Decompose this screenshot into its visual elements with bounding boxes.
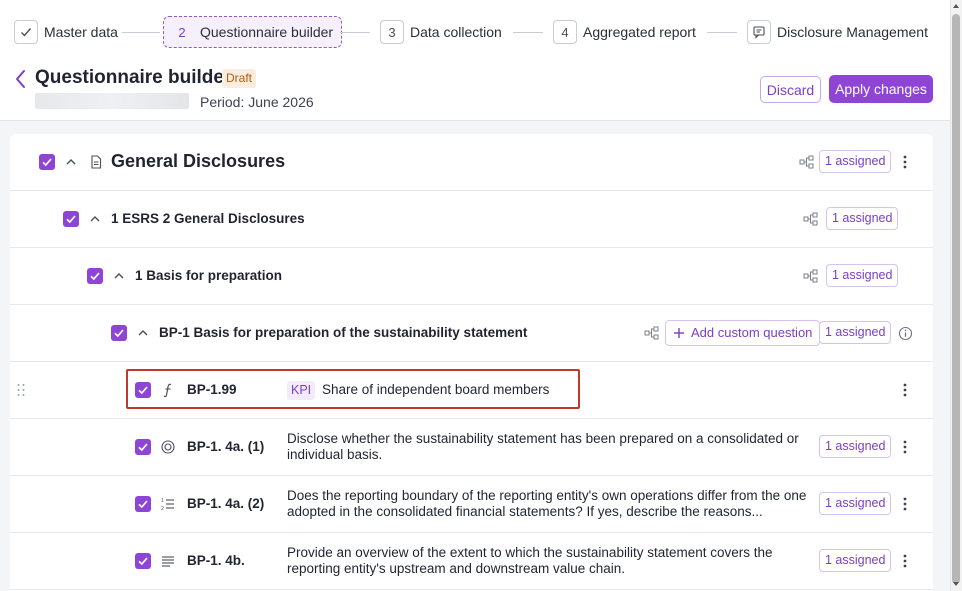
hierarchy-icon[interactable] bbox=[803, 269, 819, 283]
back-arrow-icon[interactable] bbox=[12, 68, 30, 90]
checkbox[interactable] bbox=[135, 439, 151, 455]
step-disclosure-management[interactable]: Disclosure Management bbox=[747, 16, 928, 48]
question-row[interactable]: BP-1. 4b. Provide an overview of the ext… bbox=[10, 533, 933, 590]
assigned-badge[interactable]: 1 assigned bbox=[826, 264, 899, 287]
drag-handle-icon[interactable] bbox=[16, 383, 26, 397]
apply-changes-button[interactable]: Apply changes bbox=[829, 75, 933, 103]
checkbox[interactable] bbox=[135, 496, 151, 512]
document-icon bbox=[91, 155, 102, 169]
chevron-up-icon[interactable] bbox=[112, 269, 126, 283]
step-number: 4 bbox=[553, 20, 577, 44]
add-custom-question-label: Add custom question bbox=[691, 325, 813, 340]
chevron-up-icon[interactable] bbox=[88, 212, 102, 226]
more-options-icon[interactable] bbox=[899, 382, 911, 398]
step-label: Data collection bbox=[410, 24, 502, 40]
question-code: BP-1. 4b. bbox=[187, 553, 245, 568]
step-label: Aggregated report bbox=[583, 24, 696, 40]
step-connector bbox=[122, 32, 160, 33]
assigned-badge[interactable]: 1 assigned bbox=[819, 435, 892, 458]
question-code: BP-1. 4a. (2) bbox=[187, 496, 265, 511]
checkbox[interactable] bbox=[87, 268, 103, 284]
step-number: 2 bbox=[178, 24, 186, 40]
tree-row-subsection: 1 ESRS 2 General Disclosures 1 assigned bbox=[10, 191, 933, 248]
assigned-badge[interactable]: 1 assigned bbox=[819, 321, 892, 344]
step-master-data[interactable]: Master data bbox=[14, 16, 118, 48]
comment-icon bbox=[747, 20, 771, 44]
stepper: Master data 2 Questionnaire builder 3 Da… bbox=[0, 0, 962, 64]
svg-text:1: 1 bbox=[161, 498, 164, 504]
checkbox[interactable] bbox=[63, 211, 79, 227]
step-data-collection[interactable]: 3 Data collection bbox=[380, 16, 502, 48]
more-options-icon[interactable] bbox=[899, 496, 911, 512]
step-number: 3 bbox=[380, 20, 404, 44]
subsection-title: 1 ESRS 2 General Disclosures bbox=[111, 211, 305, 226]
plus-icon bbox=[674, 328, 684, 338]
subsection-title: 1 Basis for preparation bbox=[135, 268, 283, 283]
tree-row-section: General Disclosures 1 assigned bbox=[10, 134, 933, 191]
scroll-up-icon[interactable] bbox=[951, 2, 961, 10]
question-code: BP-1. 4a. (1) bbox=[187, 439, 265, 454]
step-label: Disclosure Management bbox=[777, 24, 928, 40]
step-connector bbox=[513, 32, 543, 33]
hierarchy-icon[interactable] bbox=[803, 212, 819, 226]
scroll-down-icon[interactable] bbox=[951, 580, 961, 588]
status-badge: Draft bbox=[222, 69, 257, 88]
question-text: Disclose whether the sustainability stat… bbox=[287, 431, 799, 462]
info-icon[interactable] bbox=[898, 326, 913, 341]
more-options-icon[interactable] bbox=[899, 154, 911, 170]
question-text: Does the reporting boundary of the repor… bbox=[287, 488, 807, 519]
list-icon: 12 bbox=[161, 498, 174, 512]
check-icon bbox=[14, 20, 38, 44]
tree-row-subsection: 1 Basis for preparation 1 assigned bbox=[10, 248, 933, 305]
assigned-badge[interactable]: 1 assigned bbox=[819, 492, 892, 515]
hierarchy-icon[interactable] bbox=[799, 155, 815, 169]
disclosure-title: BP-1 Basis for preparation of the sustai… bbox=[159, 325, 528, 340]
checkbox[interactable] bbox=[111, 325, 127, 341]
selection-highlight bbox=[126, 369, 580, 409]
radio-icon bbox=[161, 440, 175, 454]
discard-button[interactable]: Discard bbox=[760, 76, 821, 103]
more-options-icon[interactable] bbox=[899, 439, 911, 455]
questionnaire-tree: General Disclosures 1 assigned 1 ESRS 2 … bbox=[10, 134, 933, 591]
hierarchy-icon[interactable] bbox=[644, 326, 660, 340]
chevron-up-icon[interactable] bbox=[136, 326, 150, 340]
chevron-up-icon[interactable] bbox=[64, 155, 78, 169]
scrollbar-thumb[interactable] bbox=[952, 14, 960, 584]
step-label: Questionnaire builder bbox=[200, 24, 334, 40]
question-text: Provide an overview of the extent to whi… bbox=[287, 545, 773, 576]
redacted-field bbox=[35, 93, 189, 109]
assigned-badge[interactable]: 1 assigned bbox=[819, 150, 892, 173]
checkbox[interactable] bbox=[135, 553, 151, 569]
page-title: Questionnaire builder bbox=[35, 67, 232, 88]
add-custom-question-button[interactable]: Add custom question bbox=[665, 320, 821, 346]
step-connector bbox=[340, 32, 370, 33]
step-connector bbox=[707, 32, 737, 33]
step-label: Master data bbox=[44, 24, 118, 40]
period-label: Period: June 2026 bbox=[200, 94, 314, 110]
text-icon bbox=[162, 556, 174, 567]
section-title: General Disclosures bbox=[111, 151, 286, 171]
svg-text:2: 2 bbox=[161, 506, 164, 512]
question-row[interactable]: 12 BP-1. 4a. (2) Does the reporting boun… bbox=[10, 476, 933, 533]
question-row[interactable]: BP-1. 4a. (1) Disclose whether the susta… bbox=[10, 419, 933, 476]
step-questionnaire-builder[interactable]: 2 Questionnaire builder bbox=[163, 16, 343, 48]
assigned-badge[interactable]: 1 assigned bbox=[826, 207, 899, 230]
step-aggregated-report[interactable]: 4 Aggregated report bbox=[553, 16, 696, 48]
assigned-badge[interactable]: 1 assigned bbox=[819, 549, 892, 572]
more-options-icon[interactable] bbox=[899, 553, 911, 569]
checkbox[interactable] bbox=[39, 154, 55, 170]
